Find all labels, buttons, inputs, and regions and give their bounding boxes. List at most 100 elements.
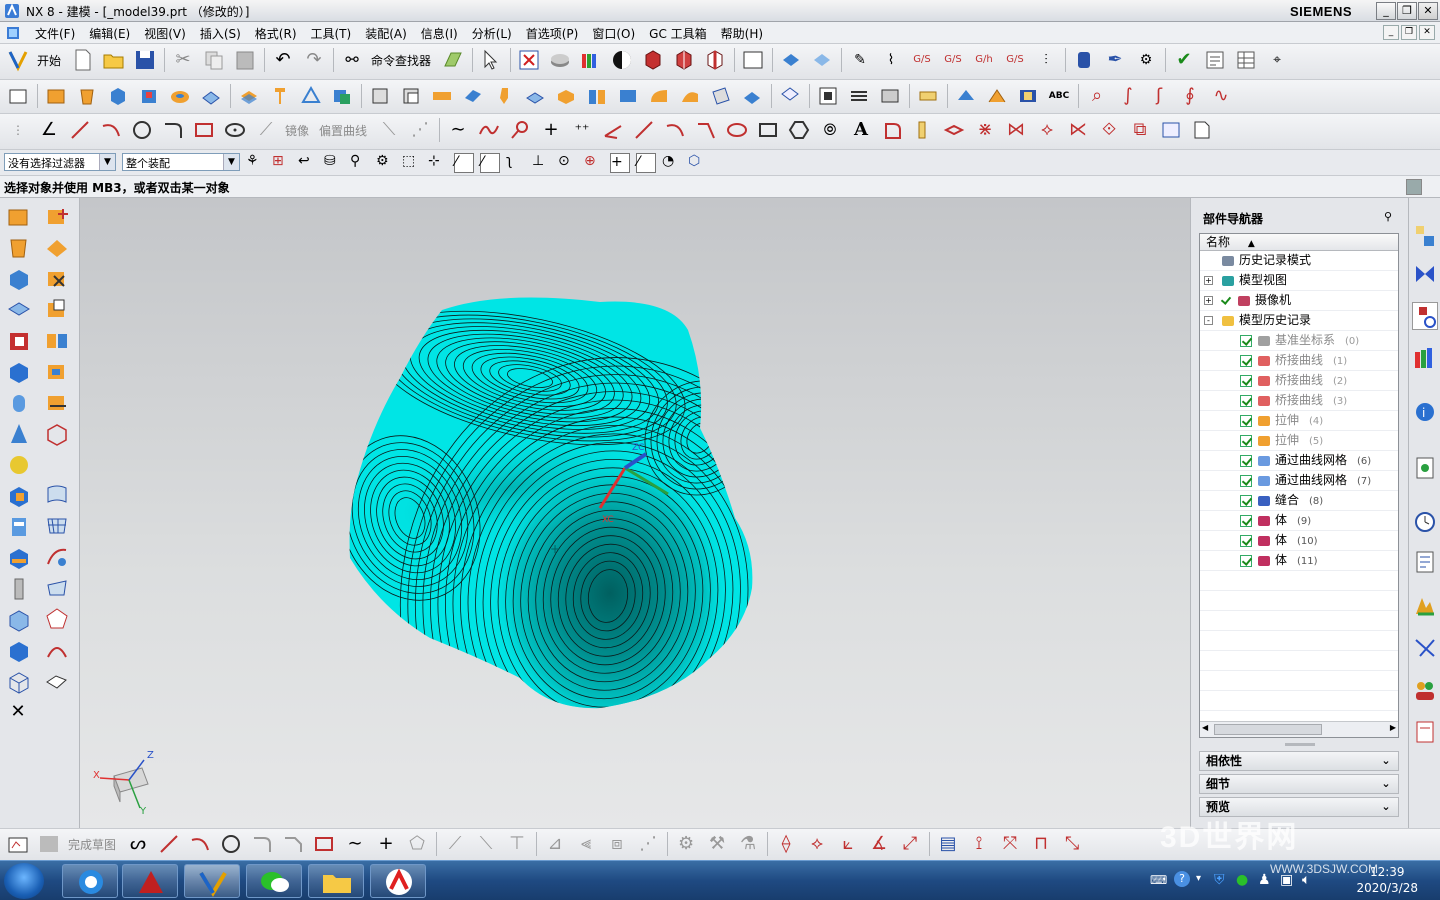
delete-body-icon[interactable] [44, 266, 70, 292]
navigator-node[interactable]: 历史记录模式 [1200, 251, 1398, 271]
menu-item[interactable]: 窗口(O) [585, 25, 642, 42]
mirror-curve-icon[interactable]: ⫷ [574, 832, 598, 856]
snap-quadrant-icon[interactable]: ⊕ [584, 153, 604, 173]
menu-item[interactable]: 分析(L) [465, 25, 519, 42]
clock-tab[interactable] [1412, 508, 1438, 536]
doc-close-button[interactable]: ✕ [1419, 25, 1435, 40]
menu-item[interactable]: 视图(V) [137, 25, 193, 42]
curve-spline-icon[interactable]: ∫ [1116, 84, 1140, 108]
table-report-icon[interactable] [1234, 48, 1258, 72]
navigator-node[interactable]: 体 (11) [1200, 551, 1398, 571]
pattern-icon[interactable] [44, 235, 70, 261]
navigator-node[interactable]: 体 (9) [1200, 511, 1398, 531]
point-icon[interactable] [508, 118, 532, 142]
snap-arc-center-icon[interactable]: ⊙ [558, 153, 578, 173]
tray-expand-icon[interactable]: ▾ [1196, 873, 1201, 884]
visibility-checkbox[interactable] [1240, 555, 1252, 567]
split-body-icon[interactable] [44, 390, 70, 416]
horizontal-scrollbar[interactable]: ◀ ▶ [1200, 721, 1398, 737]
navigator-node[interactable]: 缝合 (8) [1200, 491, 1398, 511]
selection-scope-select[interactable]: 整个装配 ▼ [122, 153, 240, 171]
keyboard-icon[interactable]: ⌨ [1150, 873, 1167, 887]
snap-control-icon[interactable]: ⊥ [532, 153, 552, 173]
probe-icon[interactable]: ✒ [1103, 48, 1127, 72]
visibility-checkbox[interactable] [1240, 355, 1252, 367]
combined-curve-icon[interactable]: ⧉ [1128, 118, 1152, 142]
curve-fit-icon[interactable]: ∮ [1178, 84, 1202, 108]
splitter-handle[interactable] [1285, 743, 1315, 746]
patch-icon[interactable] [740, 84, 764, 108]
menu-item[interactable]: 工具(T) [304, 25, 359, 42]
synchronous-move-icon[interactable] [816, 84, 840, 108]
visibility-checkbox[interactable] [1240, 455, 1252, 467]
sketch-icon[interactable] [6, 832, 30, 856]
abc-text-icon[interactable]: ABC [1047, 84, 1071, 108]
render-style-icon[interactable] [548, 48, 572, 72]
system-materials-tab[interactable] [1412, 676, 1438, 704]
gs-check3-icon[interactable]: G/S [1003, 48, 1027, 72]
ellipse-red-icon[interactable] [725, 118, 749, 142]
project-curve-icon[interactable]: ⟍ [377, 118, 401, 142]
snap-point-on-curve-icon[interactable]: ⁄ [636, 153, 656, 173]
visibility-checkbox[interactable] [1240, 515, 1252, 527]
cube-icon[interactable] [6, 359, 32, 385]
scroll-left-icon[interactable]: ◀ [1202, 723, 1208, 732]
report-icon[interactable] [1203, 48, 1227, 72]
corner-icon[interactable] [694, 118, 718, 142]
filter-icon[interactable]: ⚙ [1134, 48, 1158, 72]
axis-icon[interactable] [601, 118, 625, 142]
cube-view-icon[interactable] [641, 48, 665, 72]
quick-extend-icon[interactable]: ⟍ [474, 832, 498, 856]
curve-bridge-icon[interactable]: ʃ [1147, 84, 1171, 108]
shading-ball-icon[interactable] [610, 48, 634, 72]
offset-curve-surface-icon[interactable]: ⋉ [1066, 118, 1090, 142]
law-extension-icon[interactable] [44, 668, 70, 694]
name-column-header[interactable]: 名称 ▲ [1200, 234, 1398, 251]
revolve-icon[interactable] [75, 84, 99, 108]
trim-body-icon[interactable] [330, 84, 354, 108]
intersect-icon[interactable] [299, 84, 323, 108]
select-icon-6[interactable]: ⚙ [376, 153, 396, 173]
mirror-feature-icon[interactable] [585, 84, 609, 108]
constraints-icon[interactable]: ⊿ [543, 832, 567, 856]
move-layer-icon[interactable] [810, 48, 834, 72]
pad-icon[interactable] [6, 514, 32, 540]
visibility-checkbox[interactable] [1240, 495, 1252, 507]
arc-red-icon[interactable] [663, 118, 687, 142]
slot-icon[interactable] [6, 545, 32, 571]
extrude-icon[interactable] [6, 204, 32, 230]
quick-trim-icon[interactable]: ⟋ [443, 832, 467, 856]
section-curve-icon[interactable]: ⋇ [973, 118, 997, 142]
roles-tab[interactable] [1412, 634, 1438, 662]
select-icon-3[interactable]: ↩ [298, 153, 318, 173]
taskbar-app-wechat[interactable] [246, 864, 302, 898]
visibility-checkbox[interactable] [1220, 295, 1232, 307]
cylinder-icon[interactable] [6, 390, 32, 416]
line-icon[interactable] [68, 118, 92, 142]
navigator-node[interactable]: 桥接曲线 (1) [1200, 351, 1398, 371]
select-icon-1[interactable]: ⚘ [246, 153, 266, 173]
extract-body-icon[interactable] [44, 297, 70, 323]
trim-curve-icon[interactable]: ⟋ [254, 118, 278, 142]
profile-icon[interactable]: ᔕ [126, 832, 150, 856]
constraint-navigator-tab[interactable] [1412, 260, 1438, 288]
hole-icon[interactable] [168, 84, 192, 108]
soft-blend-icon[interactable] [678, 84, 702, 108]
extrude-icon[interactable] [44, 84, 68, 108]
line-icon[interactable] [157, 832, 181, 856]
weld-icon[interactable] [985, 84, 1009, 108]
graphics-window[interactable]: ZC XC + X Z Y [80, 198, 1190, 828]
redo-icon[interactable]: ↷ [302, 48, 326, 72]
navigator-node[interactable]: 体 (10) [1200, 531, 1398, 551]
gs-check2-icon[interactable]: G/S [941, 48, 965, 72]
start-orb-icon[interactable] [4, 863, 44, 899]
rectangle-black-icon[interactable] [756, 118, 780, 142]
open-folder-icon[interactable] [102, 48, 126, 72]
thicken-icon[interactable] [523, 84, 547, 108]
visibility-checkbox[interactable] [1240, 535, 1252, 547]
navigator-node[interactable]: - 模型历史记录 [1200, 311, 1398, 331]
shell-icon[interactable] [430, 84, 454, 108]
wrap-geometry-icon[interactable] [44, 421, 70, 447]
bridge-surface-icon[interactable] [44, 637, 70, 663]
pattern-curve-icon[interactable]: ⧈ [605, 832, 629, 856]
